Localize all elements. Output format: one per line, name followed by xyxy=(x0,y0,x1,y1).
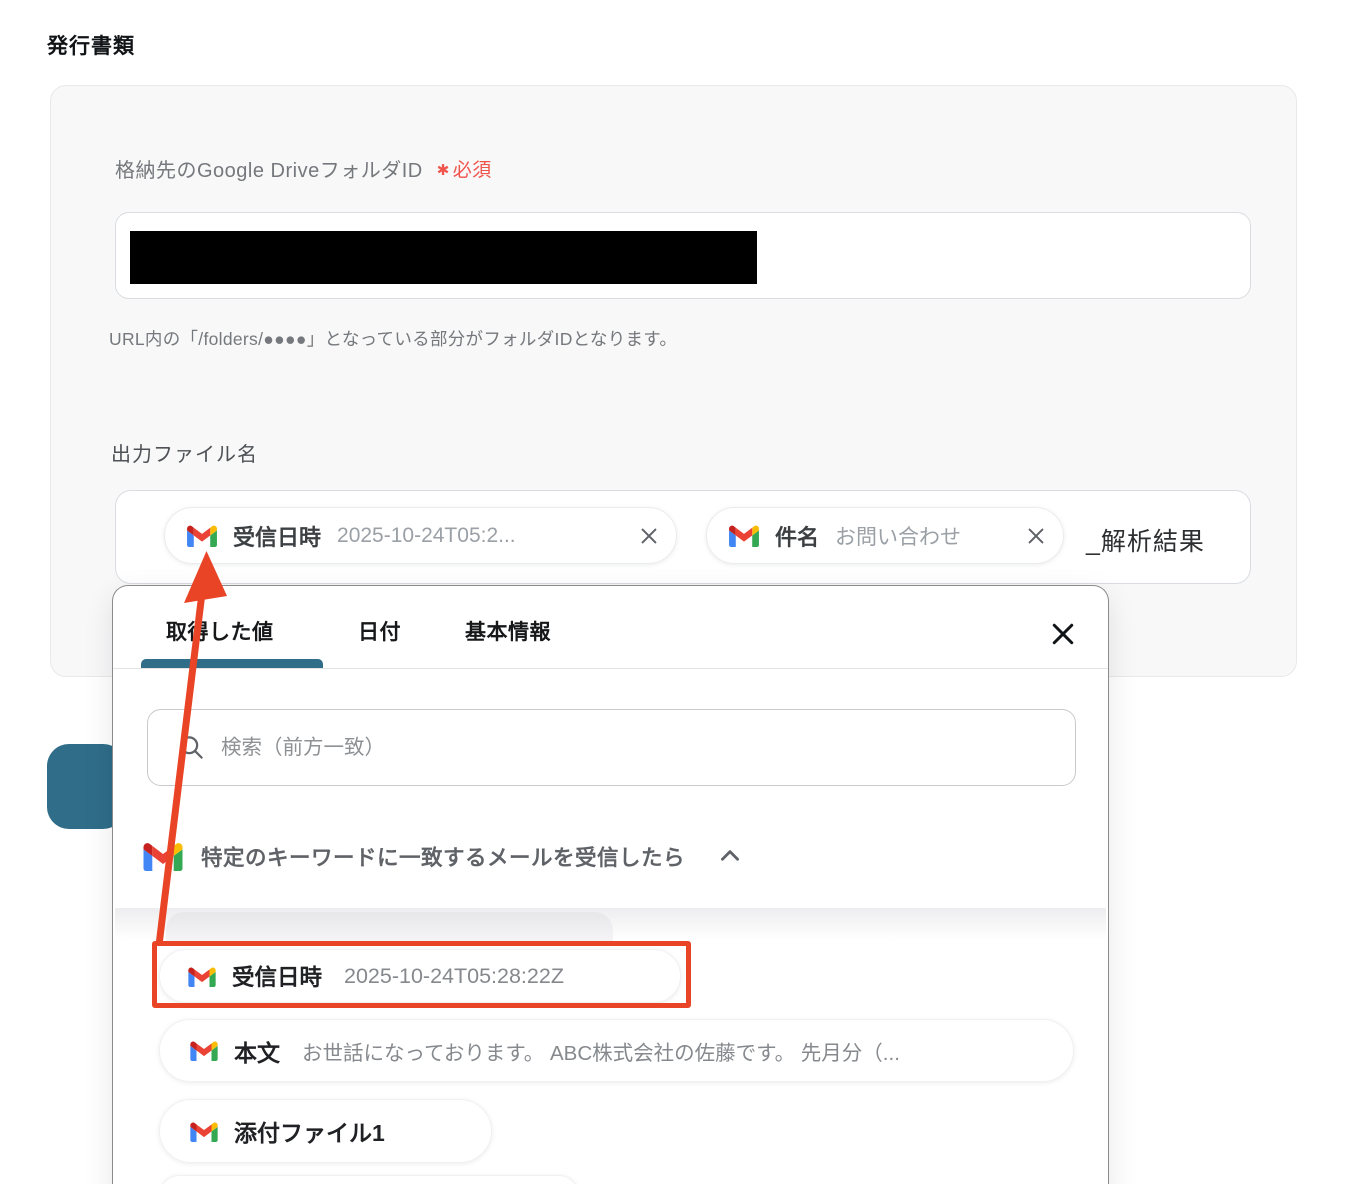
list-item-received-datetime[interactable]: 受信日時 2025-10-24T05:28:22Z xyxy=(159,949,681,1003)
tabs-divider xyxy=(113,668,1108,669)
item-name: 受信日時 xyxy=(232,965,323,990)
redacted-value xyxy=(130,231,757,284)
list-item-partial[interactable] xyxy=(159,1175,579,1184)
required-badge: ✱ 必須 xyxy=(436,160,492,181)
gmail-icon xyxy=(143,843,183,871)
item-name: 添付ファイル1 xyxy=(234,1120,385,1146)
tab-date[interactable]: 日付 xyxy=(358,616,401,646)
item-name: 本文 xyxy=(234,1039,280,1066)
chip-remove-button[interactable] xyxy=(1011,525,1047,547)
screen: 発行書類 格納先のGoogle DriveフォルダID ✱ 必須 URL内の「/… xyxy=(0,0,1350,1184)
token-chip-subject[interactable]: 件名 お問い合わせ xyxy=(706,507,1064,564)
list-item-body[interactable]: 本文 お世話になっております。 ABC株式会社の佐藤です。 先月分（... xyxy=(159,1019,1074,1082)
chevron-up-icon xyxy=(717,843,743,869)
page-title: 発行書類 xyxy=(47,35,135,58)
folder-id-input[interactable] xyxy=(115,212,1251,299)
token-chip-received-datetime[interactable]: 受信日時 2025-10-24T05:2... xyxy=(164,507,677,564)
trigger-section-header[interactable]: 特定のキーワードに一致するメールを受信したら xyxy=(143,836,743,876)
list-item-faded xyxy=(166,912,613,944)
filename-suffix-text: _解析結果 xyxy=(1086,528,1205,556)
close-icon xyxy=(1052,623,1074,645)
close-icon xyxy=(641,528,657,543)
folder-id-helper: URL内の「/folders/●●●●」となっている部分がフォルダIDとなります… xyxy=(109,329,678,349)
folder-id-label: 格納先のGoogle DriveフォルダID ✱ 必須 xyxy=(115,154,492,183)
output-filename-label: 出力ファイル名 xyxy=(111,444,258,466)
gmail-icon xyxy=(187,525,217,547)
chip-value: お問い合わせ xyxy=(835,525,962,549)
tab-acquired-values[interactable]: 取得した値 xyxy=(166,616,274,646)
popup-close-button[interactable] xyxy=(1045,616,1081,652)
item-value: 2025-10-24T05:28:22Z xyxy=(344,963,564,988)
section-title: 特定のキーワードに一致するメールを受信したら xyxy=(201,845,686,870)
search-icon xyxy=(180,736,203,759)
gmail-icon xyxy=(190,1041,218,1061)
chip-value: 2025-10-24T05:2... xyxy=(337,523,516,547)
gmail-icon xyxy=(729,525,759,547)
chip-name: 件名 xyxy=(775,524,820,550)
active-tab-indicator xyxy=(141,659,323,668)
token-picker-popup: 取得した値 日付 基本情報 特定のキーワードに一致するメールを受信したら xyxy=(112,585,1109,1184)
search-input[interactable] xyxy=(221,735,1055,760)
tab-basic-info[interactable]: 基本情報 xyxy=(465,616,551,646)
chip-name: 受信日時 xyxy=(233,524,322,550)
close-icon xyxy=(1028,528,1044,543)
search-box xyxy=(147,709,1076,786)
list-item-attachment1[interactable]: 添付ファイル1 xyxy=(159,1099,492,1163)
gmail-icon xyxy=(188,966,216,987)
item-value: お世話になっております。 ABC株式会社の佐藤です。 先月分（... xyxy=(302,1041,900,1065)
required-asterisk-icon: ✱ xyxy=(436,161,450,179)
gmail-icon xyxy=(190,1121,218,1142)
chip-remove-button[interactable] xyxy=(624,525,660,547)
